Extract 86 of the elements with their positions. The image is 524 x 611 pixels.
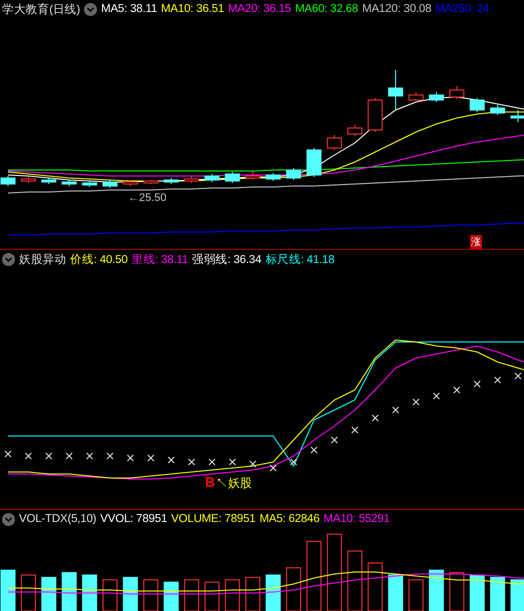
candlestick [428,92,444,102]
cross-marker [330,436,338,444]
volume-bar [164,582,179,611]
candlestick [41,178,56,184]
volume-bar [62,572,77,611]
volume-bar [428,570,444,611]
indicator-legend: 标尺线: 41.18 [265,252,334,266]
candlestick [470,98,485,112]
cross-marker [126,454,134,462]
cross-marker [432,392,440,400]
cross-marker [412,398,420,406]
indicator-title: 妖股异动 [19,252,66,266]
candlestick [306,148,322,178]
candlestick [224,172,240,184]
signal-label: ↖妖股 [216,475,252,492]
volume-bar [470,574,485,611]
candlestick [368,98,383,132]
candlestick [204,174,220,182]
low-price-marker: ←25.50 [128,192,167,204]
cross-marker [45,452,52,460]
cross-marker [147,454,154,462]
volume-bar [266,574,281,611]
candlestick [245,170,260,180]
dropdown-icon[interactable] [2,252,15,266]
volume-bar [41,576,56,611]
cross-marker [310,446,318,454]
cross-marker [4,450,12,458]
candlestick [102,180,118,188]
volume-legend: VOLUME: 78951 [171,513,256,525]
candlestick [82,180,98,188]
moving-average-legend: MA250: 24. [435,3,492,15]
cross-marker [392,406,400,414]
candlestick [266,172,281,182]
indicator-legend: 价线: 40.50 [70,252,128,266]
candlestick [62,180,77,186]
cross-marker [494,376,502,384]
candlestick [286,168,302,180]
cross-marker [24,452,32,460]
cross-marker [270,464,277,472]
volume-bar [122,576,138,611]
cross-marker [290,458,298,466]
candlestick [347,124,362,136]
volume-bar [388,574,404,611]
cross-marker [66,452,73,460]
candlestick [388,70,404,110]
candlestick [20,176,36,184]
cross-marker [188,458,196,466]
candlestick [510,110,524,122]
volume-title: VOL-TDX(5,10) [19,513,96,525]
buy-signal-mark: B [205,474,216,490]
cross-marker [474,380,481,388]
cross-marker [208,458,216,466]
moving-average-legend: MA10: 36.51 [161,3,224,15]
cross-marker [351,426,358,434]
candlestick [449,86,464,100]
candlestick [143,180,158,184]
volume-legend: MA5: 62846 [260,513,320,525]
candlestick [122,180,138,186]
candlestick [0,176,16,186]
cross-marker [453,386,460,394]
cross-marker [372,414,379,422]
cross-marker [249,460,256,468]
candlestick [408,92,424,102]
moving-average-legend: MA120: 30.08 [362,3,432,15]
indicator-legend: 里线: 38.11 [132,252,188,266]
moving-average-legend: MA5: 38.11 [101,3,158,15]
volume-bar [82,574,98,611]
candlestick [326,134,342,150]
cross-marker [168,456,175,464]
dropdown-icon[interactable] [2,512,15,526]
moving-average-legend: MA60: 32.68 [295,3,358,15]
cross-marker [106,452,114,460]
volume-bar [490,576,506,611]
volume-bar [0,570,16,611]
candlestick [490,104,506,116]
rise-badge: 涨 [470,235,482,249]
cross-marker [228,458,236,466]
cross-marker [514,372,522,380]
volume-legend: VVOL: 78951 [100,513,168,525]
volume-bar [510,579,524,611]
indicator-legend: 强弱线: 36.34 [192,252,262,266]
dropdown-icon[interactable] [84,2,98,16]
moving-average-legend: MA20: 36.15 [228,3,292,15]
cross-marker [86,452,94,460]
chart-title: 学大教育(日线) [2,2,80,16]
volume-legend: MA10: 55291 [324,513,390,525]
